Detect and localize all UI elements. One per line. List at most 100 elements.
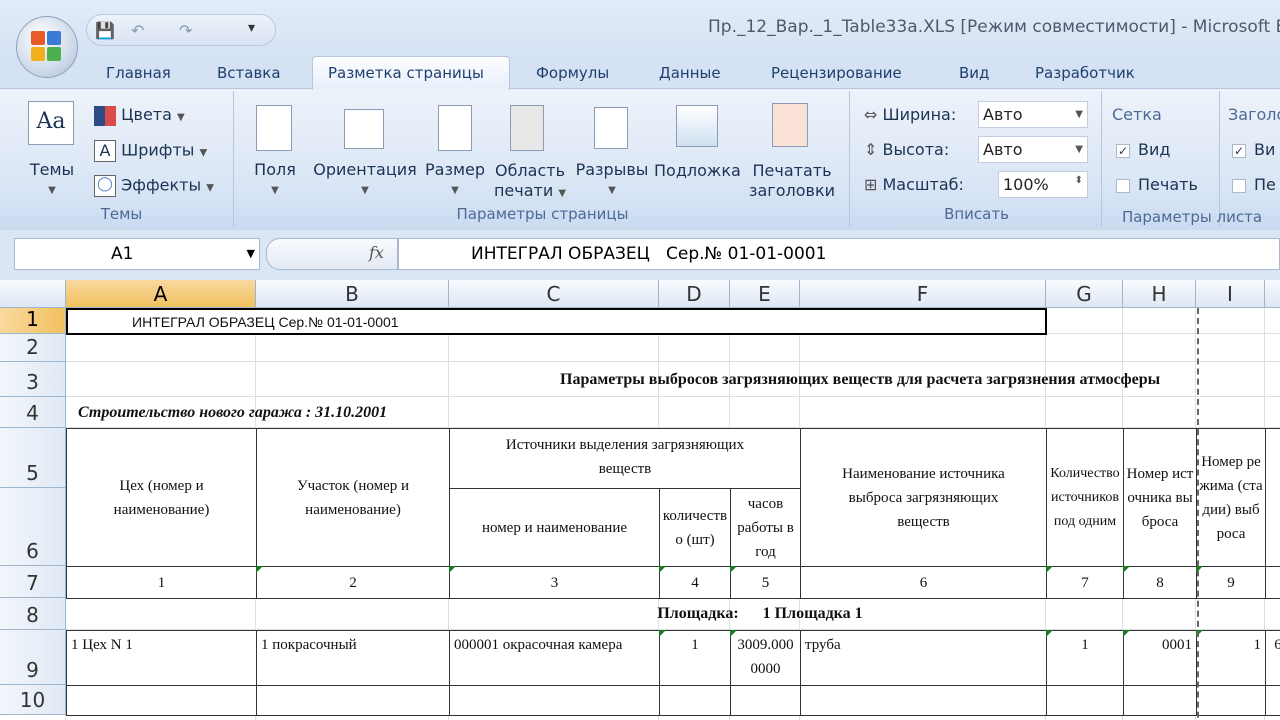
spreadsheet-grid[interactable]: A B C D E F G H I 1 2 3 4 5 6 7 8 9 10 ИНТЕГРАЛ ОБРАЗЕЦ Сер… bbox=[0, 280, 1280, 720]
column-number-cell[interactable]: 3 bbox=[449, 566, 660, 599]
row-header-5[interactable]: 5 bbox=[0, 428, 66, 488]
data-cell[interactable]: 1 bbox=[1046, 630, 1124, 686]
headings-view-checkbox[interactable]: ✓ Ви bbox=[1232, 140, 1275, 159]
data-cell[interactable]: 1 покрасочный bbox=[256, 630, 450, 686]
empty-cell[interactable] bbox=[800, 685, 1047, 716]
row-header-10[interactable]: 10 bbox=[0, 685, 66, 715]
print-area-button[interactable]: Область печати ▼ bbox=[492, 161, 568, 204]
data-cell[interactable]: 000001 окрасочная камера bbox=[449, 630, 660, 686]
data-cell[interactable]: 3009.0000000 bbox=[730, 630, 801, 686]
redo-icon[interactable]: ↷ bbox=[179, 21, 192, 40]
empty-cell[interactable] bbox=[1046, 685, 1124, 716]
row-header-8[interactable]: 8 bbox=[0, 598, 66, 630]
scale-spinner[interactable]: 100% ⬍ bbox=[998, 171, 1088, 198]
header-cell[interactable]: Наименование источника выброса загрязняю… bbox=[800, 428, 1047, 567]
header-cell[interactable]: Количество источников под одним bbox=[1046, 428, 1124, 567]
tab-developer[interactable]: Разработчик bbox=[1035, 64, 1135, 82]
name-box[interactable]: A1 ▼ bbox=[14, 238, 260, 270]
row-header-4[interactable]: 4 bbox=[0, 397, 66, 428]
empty-cell[interactable] bbox=[1123, 685, 1197, 716]
breaks-button[interactable]: Разрывы ▼ bbox=[572, 161, 652, 200]
size-button[interactable]: Размер ▼ bbox=[424, 161, 486, 200]
formula-input[interactable]: ИНТЕГРАЛ ОБРАЗЕЦ Сер.№ 01-01-0001 bbox=[398, 238, 1280, 270]
tab-insert[interactable]: Вставка bbox=[217, 64, 281, 82]
margins-button[interactable]: Поля ▼ bbox=[248, 161, 302, 200]
column-number-cell[interactable]: 2 bbox=[256, 566, 450, 599]
tab-view[interactable]: Вид bbox=[959, 64, 989, 82]
column-number-cell[interactable]: 7 bbox=[1046, 566, 1124, 599]
fonts-button[interactable]: A Шрифты ▼ bbox=[94, 140, 207, 162]
undo-icon[interactable]: ↶ bbox=[131, 21, 144, 40]
background-button[interactable]: Подложка bbox=[654, 161, 741, 180]
row-header-6[interactable]: 6 bbox=[0, 488, 66, 566]
print-titles-button[interactable]: Печатать заголовки bbox=[744, 161, 840, 201]
insert-function-button[interactable]: fx bbox=[266, 238, 398, 270]
column-header-C[interactable]: C bbox=[449, 280, 659, 308]
column-number-cell[interactable]: 4 bbox=[659, 566, 731, 599]
column-number-cell[interactable]: 1 bbox=[66, 566, 257, 599]
office-button[interactable] bbox=[16, 16, 78, 78]
effects-button[interactable]: ◯ Эффекты ▼ bbox=[94, 175, 214, 197]
gridlines-view-checkbox[interactable]: ✓ Вид bbox=[1116, 140, 1170, 159]
tab-formulas[interactable]: Формулы bbox=[536, 64, 609, 82]
save-icon[interactable]: 💾 bbox=[95, 21, 115, 40]
row-header-1[interactable]: 1 bbox=[0, 307, 66, 334]
themes-icon[interactable]: Aa bbox=[28, 101, 74, 145]
tab-page-layout[interactable]: Разметка страницы bbox=[312, 56, 510, 90]
customize-qat-icon[interactable]: ▾ bbox=[248, 20, 255, 36]
data-cell[interactable]: 1 Цех N 1 bbox=[66, 630, 257, 686]
column-number-cell[interactable]: 8 bbox=[1123, 566, 1197, 599]
width-select[interactable]: Авто ▼ bbox=[978, 101, 1088, 128]
orientation-button[interactable]: Ориентация ▼ bbox=[310, 161, 420, 200]
column-header[interactable] bbox=[1265, 280, 1280, 308]
header-cell[interactable]: Номер режима (стадии) выброса bbox=[1196, 428, 1266, 567]
empty-cell[interactable] bbox=[659, 685, 731, 716]
empty-cell[interactable] bbox=[1265, 685, 1280, 716]
select-all-button[interactable] bbox=[0, 280, 66, 308]
column-number-cell[interactable]: 6 bbox=[800, 566, 1047, 599]
column-header-A[interactable]: A bbox=[66, 280, 256, 308]
header-cell[interactable] bbox=[1265, 428, 1280, 567]
row-header-7[interactable]: 7 bbox=[0, 566, 66, 598]
tab-data[interactable]: Данные bbox=[659, 64, 721, 82]
row-header-2[interactable]: 2 bbox=[0, 334, 66, 362]
data-cell[interactable]: труба bbox=[800, 630, 1047, 686]
row-header-3[interactable]: 3 bbox=[0, 362, 66, 397]
tab-home[interactable]: Главная bbox=[106, 64, 171, 82]
column-header-E[interactable]: E bbox=[730, 280, 800, 308]
empty-cell[interactable] bbox=[1196, 685, 1266, 716]
header-cell[interactable]: Цех (номер и наименование) bbox=[66, 428, 257, 567]
column-header-H[interactable]: H bbox=[1123, 280, 1196, 308]
column-header-D[interactable]: D bbox=[659, 280, 730, 308]
empty-cell[interactable] bbox=[730, 685, 801, 716]
header-cell[interactable]: номер и наименование bbox=[449, 488, 660, 567]
empty-cell[interactable] bbox=[449, 685, 660, 716]
headings-print-checkbox[interactable]: Пе bbox=[1232, 175, 1276, 194]
header-cell[interactable]: Номер источника выброса bbox=[1123, 428, 1197, 567]
gridlines-print-checkbox[interactable]: Печать bbox=[1116, 175, 1198, 194]
data-cell[interactable]: 6 bbox=[1265, 630, 1280, 686]
header-cell[interactable]: количество (шт) bbox=[659, 488, 731, 567]
themes-button[interactable]: Темы ▼ bbox=[24, 161, 80, 200]
column-header-I[interactable]: I bbox=[1196, 280, 1265, 308]
dropdown-arrow-icon[interactable]: ▼ bbox=[247, 247, 255, 260]
row-header-9[interactable]: 9 bbox=[0, 630, 66, 685]
header-cell[interactable]: Источники выделения загрязняющих веществ bbox=[449, 428, 801, 489]
column-number-cell[interactable] bbox=[1265, 566, 1280, 599]
data-cell[interactable]: 0001 bbox=[1123, 630, 1197, 686]
column-number-cell[interactable]: 9 bbox=[1196, 566, 1266, 599]
column-number-cell[interactable]: 5 bbox=[730, 566, 801, 599]
colors-button[interactable]: Цвета ▼ bbox=[94, 105, 185, 126]
header-cell[interactable]: Участок (номер и наименование) bbox=[256, 428, 450, 567]
column-header-B[interactable]: B bbox=[256, 280, 449, 308]
column-header-G[interactable]: G bbox=[1046, 280, 1123, 308]
height-select[interactable]: Авто ▼ bbox=[978, 136, 1088, 163]
data-cell[interactable]: 1 bbox=[659, 630, 731, 686]
cell-a1[interactable]: ИНТЕГРАЛ ОБРАЗЕЦ Сер.№ 01-01-0001 bbox=[66, 308, 1047, 335]
header-cell[interactable]: часов работы в год bbox=[730, 488, 801, 567]
column-header-F[interactable]: F bbox=[800, 280, 1046, 308]
empty-cell[interactable] bbox=[256, 685, 450, 716]
empty-cell[interactable] bbox=[66, 685, 257, 716]
data-cell[interactable]: 1 bbox=[1196, 630, 1266, 686]
tab-review[interactable]: Рецензирование bbox=[771, 64, 902, 82]
